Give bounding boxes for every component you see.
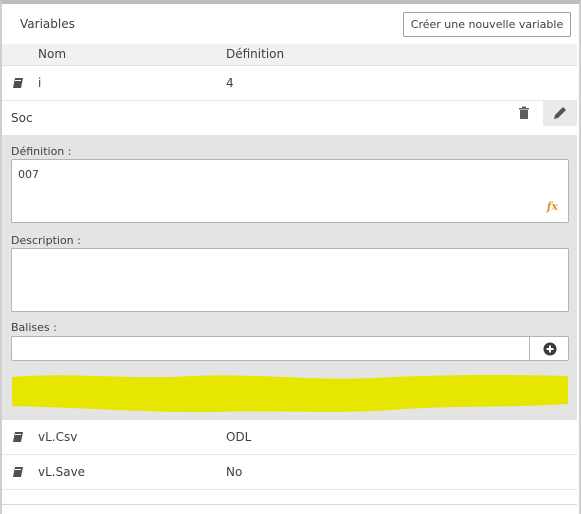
variable-name: i [38, 76, 42, 90]
variable-row-vl-save[interactable]: vL.Save No [2, 455, 577, 490]
plus-circle-icon [543, 342, 557, 356]
variable-name: vL.Save [38, 465, 86, 479]
description-field[interactable] [11, 248, 569, 312]
pencil-icon [554, 107, 566, 119]
edit-button[interactable] [543, 101, 577, 126]
column-definition-header: Définition [226, 47, 285, 61]
yellow-redaction-mark [12, 374, 568, 413]
editing-variable-name: Soc [11, 111, 33, 125]
variable-name: vL.Csv [38, 430, 78, 444]
variable-editor: Définition : 007 fx Description : Balise… [2, 135, 577, 420]
variable-icon [13, 78, 23, 88]
description-label: Description : [11, 234, 81, 247]
editing-variable-header: Soc [2, 101, 577, 135]
variable-icon [13, 467, 23, 477]
definition-field[interactable]: 007 fx [11, 159, 569, 223]
variable-definition: No [226, 465, 243, 479]
tags-label: Balises : [11, 321, 57, 334]
definition-label: Définition : [11, 145, 72, 158]
list-bottom-divider [2, 504, 577, 505]
panel-title: Variables [20, 17, 75, 31]
panel-header: Variables Créer une nouvelle variable [2, 4, 577, 44]
create-variable-button[interactable]: Créer une nouvelle variable [403, 12, 571, 37]
variable-definition: 4 [226, 76, 234, 90]
variable-definition: ODL [226, 430, 252, 444]
definition-value: 007 [18, 168, 39, 181]
variable-row-vl-csv[interactable]: vL.Csv ODL [2, 420, 577, 455]
tags-input[interactable] [11, 336, 530, 361]
column-header: Nom Définition [2, 44, 577, 66]
column-name-header: Nom [38, 47, 67, 61]
fx-expression-icon[interactable]: fx [547, 200, 558, 213]
variable-icon [13, 432, 23, 442]
add-tag-button[interactable] [529, 336, 569, 361]
variable-row-i[interactable]: i 4 [2, 66, 577, 101]
trash-icon[interactable] [516, 105, 532, 121]
